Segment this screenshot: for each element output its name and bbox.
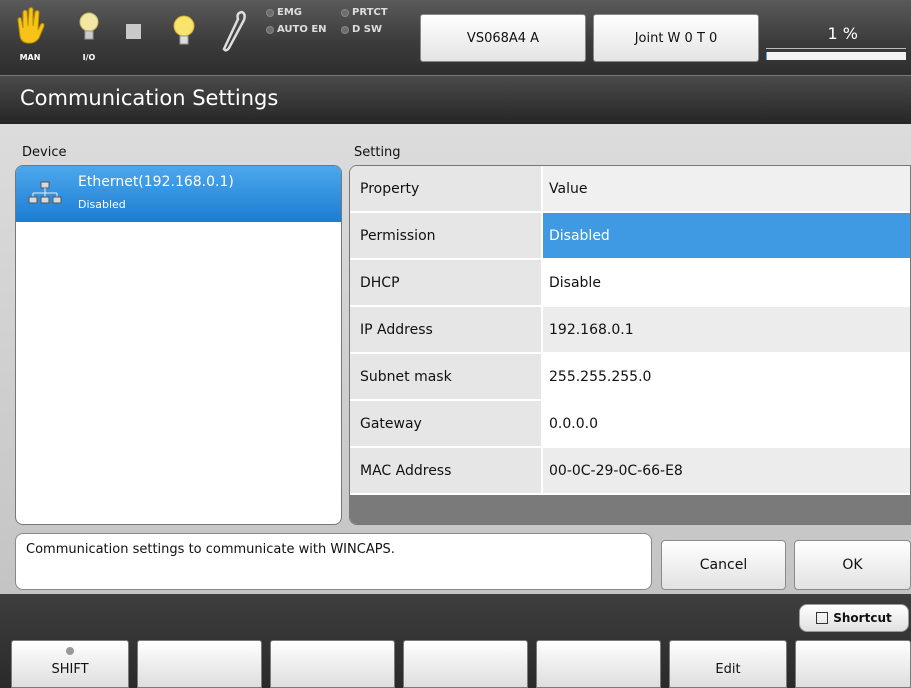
lamp-icon[interactable] bbox=[166, 6, 202, 62]
table-row[interactable]: Subnet mask 255.255.255.0 bbox=[350, 354, 910, 400]
prtct-led: PRTCT bbox=[341, 7, 388, 18]
speed-divider bbox=[766, 48, 906, 49]
d-sw-label: D SW bbox=[352, 24, 383, 35]
property-cell: IP Address bbox=[350, 307, 541, 352]
function-key-3[interactable] bbox=[270, 640, 395, 688]
emg-label: EMG bbox=[277, 7, 302, 18]
d-sw-led: D SW bbox=[341, 24, 382, 35]
property-cell: DHCP bbox=[350, 260, 541, 305]
device-name: Ethernet(192.168.0.1) bbox=[78, 174, 234, 190]
shift-indicator bbox=[66, 647, 74, 655]
title-bar: Communication Settings bbox=[0, 75, 911, 124]
speed-bar-fill bbox=[766, 52, 768, 60]
function-key-7[interactable] bbox=[795, 640, 911, 688]
property-cell: MAC Address bbox=[350, 448, 541, 493]
hand-icon[interactable]: MAN bbox=[12, 6, 48, 62]
property-cell: Gateway bbox=[350, 401, 541, 446]
fkey-label: Edit bbox=[715, 662, 741, 677]
device-list[interactable]: Ethernet(192.168.0.1) Disabled bbox=[15, 165, 342, 525]
value-cell[interactable]: Disabled bbox=[543, 213, 910, 258]
value-cell[interactable]: 00-0C-29-0C-66-E8 bbox=[543, 448, 910, 493]
device-label: Device bbox=[22, 145, 67, 160]
value-cell[interactable]: Disable bbox=[543, 260, 910, 305]
table-row[interactable]: MAC Address 00-0C-29-0C-66-E8 bbox=[350, 448, 910, 494]
shortcut-icon bbox=[816, 612, 829, 624]
device-item-ethernet[interactable]: Ethernet(192.168.0.1) Disabled bbox=[16, 166, 341, 222]
io-caption: I/O bbox=[82, 53, 96, 62]
table-row[interactable]: DHCP Disable bbox=[350, 260, 910, 306]
device-status: Disabled bbox=[78, 198, 126, 211]
value-cell[interactable]: 255.255.255.0 bbox=[543, 354, 910, 399]
auto-en-label: AUTO EN bbox=[277, 24, 327, 35]
help-message: Communication settings to communicate wi… bbox=[15, 533, 652, 590]
shortcut-button[interactable]: Shortcut bbox=[799, 604, 909, 632]
function-key-5[interactable] bbox=[536, 640, 661, 688]
cancel-button[interactable]: Cancel bbox=[661, 540, 786, 590]
column-header-property: Property bbox=[350, 166, 541, 211]
joint-mode-button[interactable]: Joint W 0 T 0 bbox=[593, 14, 759, 62]
network-icon bbox=[28, 181, 62, 204]
speed-indicator[interactable]: 1 % bbox=[766, 20, 906, 62]
ok-button[interactable]: OK bbox=[794, 540, 911, 590]
table-row[interactable]: Permission Disabled bbox=[350, 213, 910, 259]
prtct-label: PRTCT bbox=[352, 7, 388, 18]
lightbulb-icon[interactable]: I/O bbox=[71, 6, 107, 62]
table-header: Property Value bbox=[350, 166, 910, 212]
status-bar: MAN I/O EMG AUTO EN PRTCT D SW VS068A4 A… bbox=[0, 0, 911, 75]
shortcut-label: Shortcut bbox=[833, 611, 892, 625]
setting-table: Property Value Permission Disabled DHCP … bbox=[349, 165, 911, 525]
emg-led: EMG bbox=[266, 7, 302, 18]
shift-key[interactable]: SHIFT bbox=[11, 640, 129, 688]
property-cell: Subnet mask bbox=[350, 354, 541, 399]
speed-label: 1 % bbox=[827, 24, 858, 43]
auto-en-led: AUTO EN bbox=[266, 24, 327, 35]
page-title: Communication Settings bbox=[20, 86, 279, 110]
wrench-icon[interactable] bbox=[216, 6, 252, 62]
speed-bar bbox=[766, 52, 906, 60]
robot-type-button[interactable]: VS068A4 A bbox=[420, 14, 586, 62]
table-footer bbox=[350, 495, 910, 524]
mode-caption: MAN bbox=[19, 53, 41, 62]
function-key-2[interactable] bbox=[137, 640, 262, 688]
table-row[interactable]: IP Address 192.168.0.1 bbox=[350, 307, 910, 353]
table-row[interactable]: Gateway 0.0.0.0 bbox=[350, 401, 910, 447]
value-cell[interactable]: 192.168.0.1 bbox=[543, 307, 910, 352]
function-key-4[interactable] bbox=[403, 640, 528, 688]
value-cell[interactable]: 0.0.0.0 bbox=[543, 401, 910, 446]
edit-key[interactable]: Edit bbox=[669, 640, 787, 688]
stop-square-icon[interactable] bbox=[116, 6, 152, 62]
property-cell: Permission bbox=[350, 213, 541, 258]
fkey-label: SHIFT bbox=[51, 662, 89, 677]
column-header-value: Value bbox=[543, 166, 910, 211]
setting-label: Setting bbox=[354, 145, 401, 160]
